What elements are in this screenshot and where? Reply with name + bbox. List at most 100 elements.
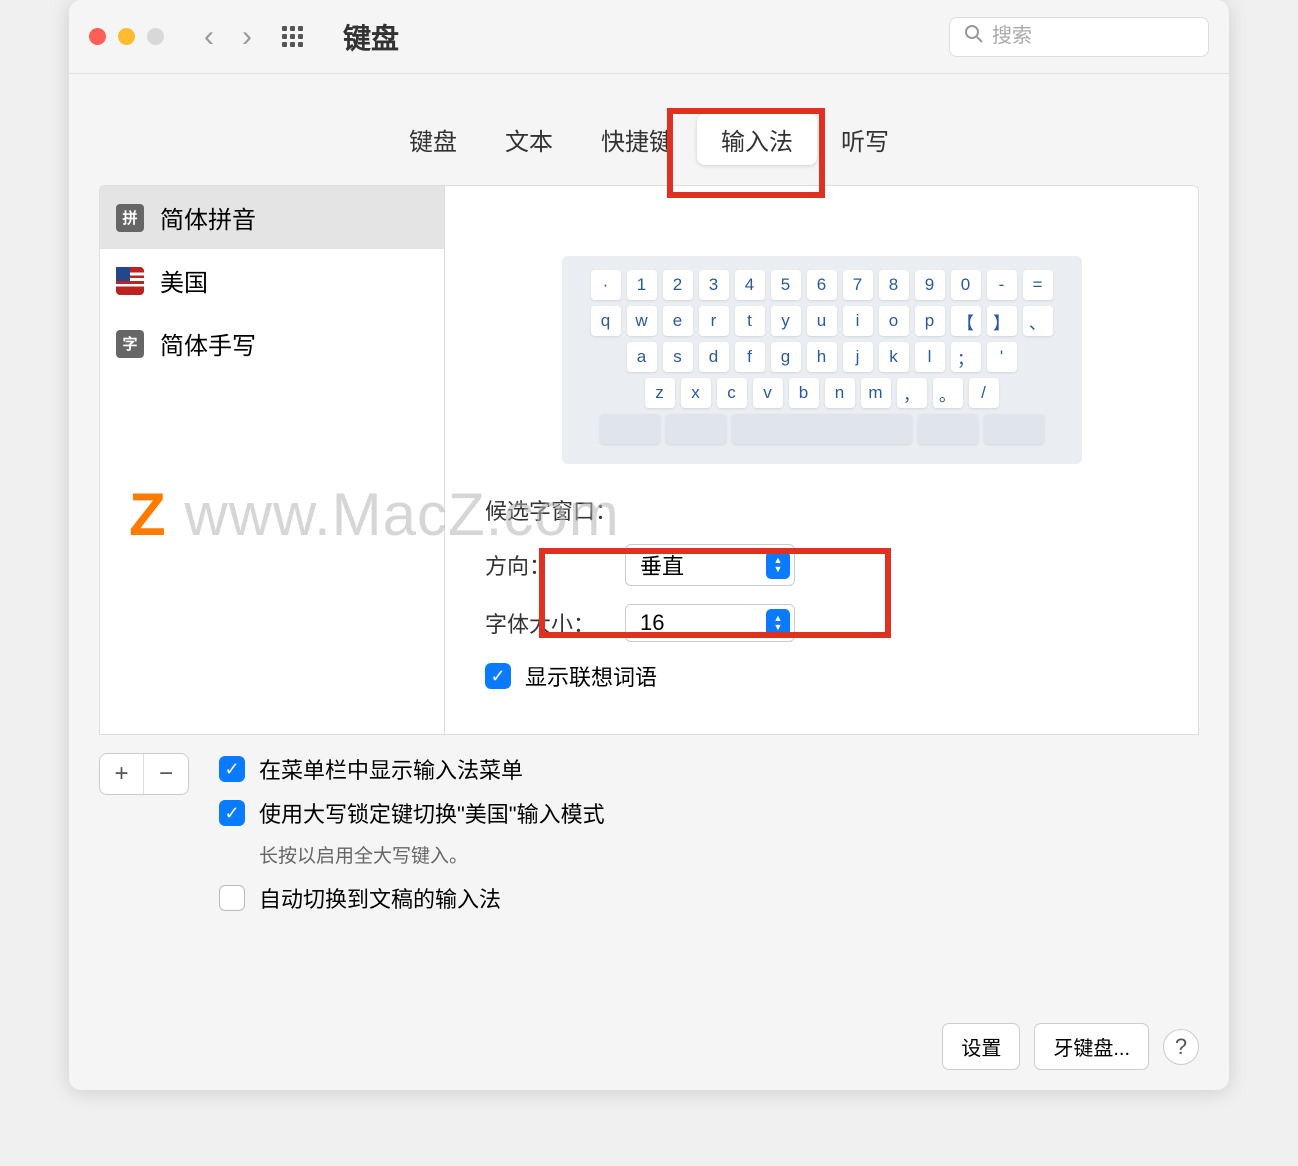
auto-switch-label: 自动切换到文稿的输入法 xyxy=(259,882,501,914)
auto-switch-checkbox[interactable] xyxy=(219,885,245,911)
show-all-icon[interactable] xyxy=(282,26,303,47)
input-source-us[interactable]: 美国 xyxy=(100,249,444,312)
handwriting-badge-icon: 字 xyxy=(116,330,144,358)
input-source-handwriting[interactable]: 字 简体手写 xyxy=(100,312,444,375)
bluetooth-keyboard-button[interactable]: 牙键盘... xyxy=(1034,1023,1149,1070)
fontsize-select[interactable]: 16 ▲▼ xyxy=(625,604,795,642)
keyboard-key: 【 xyxy=(951,306,981,336)
candidate-section-title: 候选字窗口： xyxy=(485,494,1158,526)
keyboard-key: l xyxy=(915,342,945,372)
select-stepper-icon: ▲▼ xyxy=(766,609,790,637)
keyboard-key: 9 xyxy=(915,270,945,300)
keyboard-key: 】 xyxy=(987,306,1017,336)
keyboard-key: j xyxy=(843,342,873,372)
keyboard-key: - xyxy=(987,270,1017,300)
keyboard-key: d xyxy=(699,342,729,372)
keyboard-key: ' xyxy=(987,342,1017,372)
keyboard-key: p xyxy=(915,306,945,336)
search-icon xyxy=(964,24,984,50)
search-input[interactable] xyxy=(992,25,1194,48)
fontsize-label: 字体大小： xyxy=(485,607,605,639)
tab-bar: 键盘 文本 快捷键 输入法 听写 xyxy=(69,74,1229,185)
keyboard-key: c xyxy=(717,378,747,408)
keyboard-key: a xyxy=(627,342,657,372)
tab-text[interactable]: 文本 xyxy=(481,114,577,165)
keyboard-key: t xyxy=(735,306,765,336)
input-source-label: 简体拼音 xyxy=(160,200,256,235)
keyboard-key: n xyxy=(825,378,855,408)
keyboard-key: q xyxy=(591,306,621,336)
fontsize-value: 16 xyxy=(640,610,664,636)
keyboard-key: 3 xyxy=(699,270,729,300)
keyboard-key: z xyxy=(645,378,675,408)
search-box[interactable] xyxy=(949,17,1209,57)
keyboard-key: h xyxy=(807,342,837,372)
show-menu-checkbox[interactable]: ✓ xyxy=(219,756,245,782)
keyboard-key: r xyxy=(699,306,729,336)
direction-value: 垂直 xyxy=(640,549,684,581)
settings-button[interactable]: 设置 xyxy=(942,1023,1020,1070)
forward-button[interactable]: › xyxy=(242,20,252,54)
us-flag-icon xyxy=(116,267,144,295)
tab-keyboard[interactable]: 键盘 xyxy=(385,114,481,165)
footer: 设置 牙键盘... ? xyxy=(942,1023,1199,1070)
keyboard-key: w xyxy=(627,306,657,336)
tab-shortcuts[interactable]: 快捷键 xyxy=(577,114,697,165)
modifier-key xyxy=(984,414,1044,444)
capslock-hint: 长按以启用全大写键入。 xyxy=(259,841,1199,868)
keyboard-key: · xyxy=(591,270,621,300)
keyboard-key: 8 xyxy=(879,270,909,300)
input-source-detail: ·1234567890-= qwertyuiop【】、 asdfghjkl；' … xyxy=(445,185,1199,735)
keyboard-key: 2 xyxy=(663,270,693,300)
capslock-switch-checkbox[interactable]: ✓ xyxy=(219,800,245,826)
keyboard-key: / xyxy=(969,378,999,408)
modifier-key xyxy=(666,414,726,444)
keyboard-key: 5 xyxy=(771,270,801,300)
zoom-window-button[interactable] xyxy=(147,28,164,45)
remove-input-source-button[interactable]: − xyxy=(144,754,188,794)
keyboard-key: 。 xyxy=(933,378,963,408)
show-predictions-label: 显示联想词语 xyxy=(525,660,657,692)
pinyin-badge-icon: 拼 xyxy=(116,204,144,232)
keyboard-key: u xyxy=(807,306,837,336)
keyboard-preview: ·1234567890-= qwertyuiop【】、 asdfghjkl；' … xyxy=(562,256,1082,464)
keyboard-key: b xyxy=(789,378,819,408)
direction-select[interactable]: 垂直 ▲▼ xyxy=(625,544,795,586)
keyboard-key: f xyxy=(735,342,765,372)
modifier-key xyxy=(600,414,660,444)
direction-label: 方向： xyxy=(485,549,605,581)
capslock-switch-label: 使用大写锁定键切换"美国"输入模式 xyxy=(259,797,605,829)
back-button[interactable]: ‹ xyxy=(204,20,214,54)
minimize-window-button[interactable] xyxy=(118,28,135,45)
input-source-label: 简体手写 xyxy=(160,326,256,361)
modifier-key xyxy=(918,414,978,444)
titlebar: ‹ › 键盘 xyxy=(69,0,1229,74)
help-button[interactable]: ? xyxy=(1163,1029,1199,1065)
keyboard-key: s xyxy=(663,342,693,372)
keyboard-key: 、 xyxy=(1023,306,1053,336)
keyboard-key: 0 xyxy=(951,270,981,300)
show-predictions-checkbox[interactable]: ✓ xyxy=(485,663,511,689)
keyboard-key: x xyxy=(681,378,711,408)
keyboard-key: 6 xyxy=(807,270,837,300)
keyboard-key: ； xyxy=(951,342,981,372)
tab-input-sources[interactable]: 输入法 xyxy=(697,114,817,165)
keyboard-key: k xyxy=(879,342,909,372)
keyboard-key: g xyxy=(771,342,801,372)
select-stepper-icon: ▲▼ xyxy=(766,551,790,579)
input-source-label: 美国 xyxy=(160,263,208,298)
show-menu-label: 在菜单栏中显示输入法菜单 xyxy=(259,753,523,785)
tab-dictation[interactable]: 听写 xyxy=(817,114,913,165)
input-source-list: 拼 简体拼音 美国 字 简体手写 xyxy=(99,185,445,735)
keyboard-key: ， xyxy=(897,378,927,408)
add-input-source-button[interactable]: + xyxy=(100,754,144,794)
input-source-pinyin[interactable]: 拼 简体拼音 xyxy=(100,186,444,249)
add-remove-buttons: + − xyxy=(99,753,189,795)
space-key xyxy=(732,414,912,444)
keyboard-key: 4 xyxy=(735,270,765,300)
close-window-button[interactable] xyxy=(89,28,106,45)
keyboard-key: v xyxy=(753,378,783,408)
window-controls xyxy=(89,28,164,45)
keyboard-key: 1 xyxy=(627,270,657,300)
keyboard-key: = xyxy=(1023,270,1053,300)
